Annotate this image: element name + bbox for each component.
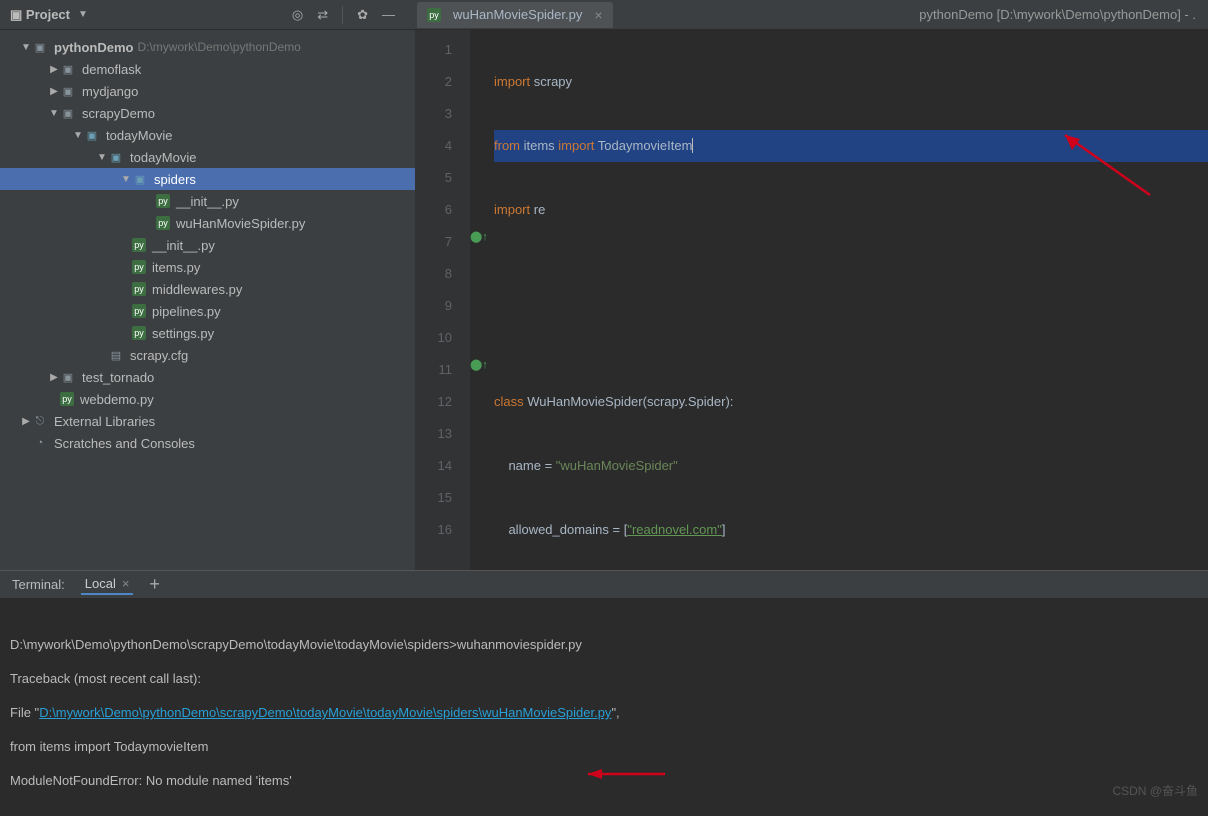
- tree-item-label: test_tornado: [82, 370, 154, 385]
- tree-item-label: Scratches and Consoles: [54, 436, 195, 451]
- tree-item[interactable]: ▼▣ scrapyDemo: [0, 102, 415, 124]
- locate-icon[interactable]: ◎: [292, 7, 303, 23]
- tree-item-label: spiders: [154, 172, 196, 187]
- tree-item-label: todayMovie: [106, 128, 172, 143]
- python-file-icon: py: [132, 326, 146, 340]
- tree-item[interactable]: ▼▣ todayMovie: [0, 124, 415, 146]
- tree-item-path: D:\mywork\Demo\pythonDemo: [137, 40, 300, 54]
- project-tool-window-label[interactable]: ▣ Project: [10, 7, 70, 23]
- tree-item[interactable]: ▼▣ spiders: [0, 168, 415, 190]
- tree-item-label: __init__.py: [152, 238, 215, 253]
- terminal-header: Terminal: Local× +: [0, 570, 1208, 598]
- expand-arrow[interactable]: ▶: [48, 86, 60, 97]
- folder-icon: ▣: [60, 83, 76, 99]
- python-file-icon: py: [427, 8, 441, 22]
- close-terminal-icon[interactable]: ×: [122, 576, 130, 591]
- folder-icon: ▣: [60, 369, 76, 385]
- tree-item[interactable]: ▶pywebdemo.py: [0, 388, 415, 410]
- editor-tab[interactable]: py wuHanMovieSpider.py ×: [417, 2, 613, 28]
- project-tree[interactable]: ▼▣pythonDemoD:\mywork\Demo\pythonDemo▶▣d…: [0, 30, 415, 570]
- expand-arrow[interactable]: ▶: [48, 372, 60, 383]
- folder-icon: ▣: [60, 105, 76, 121]
- tree-item[interactable]: ▶pypipelines.py: [0, 300, 415, 322]
- tree-item-label: __init__.py: [176, 194, 239, 209]
- python-file-icon: py: [156, 216, 170, 230]
- project-dropdown[interactable]: ▼: [78, 9, 88, 20]
- expand-arrow[interactable]: ▶: [48, 64, 60, 75]
- tree-item-label: scrapy.cfg: [130, 348, 188, 363]
- tree-item[interactable]: ▶⎋ External Libraries: [0, 410, 415, 432]
- tree-item[interactable]: ▶▤scrapy.cfg: [0, 344, 415, 366]
- tree-item-label: items.py: [152, 260, 200, 275]
- tree-item[interactable]: ▶▣ mydjango: [0, 80, 415, 102]
- tree-item[interactable]: ▶pymiddlewares.py: [0, 278, 415, 300]
- tree-item-label: todayMovie: [130, 150, 196, 165]
- python-file-icon: py: [156, 194, 170, 208]
- terminal-label: Terminal:: [12, 577, 65, 592]
- expand-icon[interactable]: ⇄: [317, 7, 328, 23]
- folder-icon: ▣: [132, 171, 148, 187]
- tree-item[interactable]: ▶▣ test_tornado: [0, 366, 415, 388]
- folder-icon: ▣: [108, 149, 124, 165]
- code-editor[interactable]: import scrapy from items import Todaymov…: [470, 30, 1208, 570]
- tree-item[interactable]: ▶pywuHanMovieSpider.py: [0, 212, 415, 234]
- folder-icon: ⎋: [32, 413, 48, 429]
- line-numbers: 12345678910111213141516: [415, 30, 470, 570]
- tree-item[interactable]: ▶py__init__.py: [0, 234, 415, 256]
- tree-item[interactable]: ▶pyitems.py: [0, 256, 415, 278]
- tree-item-label: middlewares.py: [152, 282, 242, 297]
- tree-item[interactable]: ▼▣ todayMovie: [0, 146, 415, 168]
- tree-item-label: External Libraries: [54, 414, 155, 429]
- override-marker-up[interactable]: ⬤↑: [470, 230, 488, 243]
- tab-label: wuHanMovieSpider.py: [453, 7, 582, 22]
- window-title: pythonDemo [D:\mywork\Demo\pythonDemo] -…: [907, 0, 1208, 29]
- watermark: CSDN @奋斗鱼: [1112, 774, 1198, 808]
- expand-arrow[interactable]: ▼: [120, 174, 132, 185]
- python-file-icon: py: [60, 392, 74, 406]
- new-terminal-icon[interactable]: +: [149, 574, 160, 595]
- tree-item-label: settings.py: [152, 326, 214, 341]
- hide-icon[interactable]: —: [382, 7, 395, 22]
- tree-item-label: mydjango: [82, 84, 138, 99]
- tree-item[interactable]: ▶pysettings.py: [0, 322, 415, 344]
- tree-item-label: pythonDemo: [54, 40, 133, 55]
- folder-icon: ◔: [32, 435, 48, 451]
- expand-arrow[interactable]: ▼: [48, 108, 60, 119]
- python-file-icon: py: [132, 238, 146, 252]
- python-file-icon: py: [132, 304, 146, 318]
- tree-item[interactable]: ▶◔Scratches and Consoles: [0, 432, 415, 454]
- file-link[interactable]: D:\mywork\Demo\pythonDemo\scrapyDemo\tod…: [39, 705, 611, 720]
- settings-icon[interactable]: ✿: [357, 7, 368, 23]
- python-file-icon: py: [132, 260, 146, 274]
- tree-item-label: pipelines.py: [152, 304, 221, 319]
- folder-icon: ▣: [84, 127, 100, 143]
- terminal-output[interactable]: D:\mywork\Demo\pythonDemo\scrapyDemo\tod…: [0, 598, 1208, 816]
- tree-item[interactable]: ▶▣ demoflask: [0, 58, 415, 80]
- tree-item-label: demoflask: [82, 62, 141, 77]
- tree-item[interactable]: ▶py__init__.py: [0, 190, 415, 212]
- expand-arrow[interactable]: ▼: [72, 130, 84, 141]
- tree-item-label: wuHanMovieSpider.py: [176, 216, 305, 231]
- tree-item-label: webdemo.py: [80, 392, 154, 407]
- folder-icon: ▤: [108, 347, 124, 363]
- python-file-icon: py: [132, 282, 146, 296]
- expand-arrow[interactable]: ▼: [96, 152, 108, 163]
- expand-arrow[interactable]: ▶: [20, 416, 32, 427]
- folder-icon: ▣: [32, 39, 48, 55]
- expand-arrow[interactable]: ▼: [20, 42, 32, 53]
- folder-icon: ▣: [60, 61, 76, 77]
- override-marker-up[interactable]: ⬤↑: [470, 358, 488, 371]
- tree-item[interactable]: ▼▣ pythonDemo D:\mywork\Demo\pythonDemo: [0, 36, 415, 58]
- tree-item-label: scrapyDemo: [82, 106, 155, 121]
- terminal-tab[interactable]: Local×: [81, 574, 134, 595]
- close-tab-icon[interactable]: ×: [594, 7, 602, 23]
